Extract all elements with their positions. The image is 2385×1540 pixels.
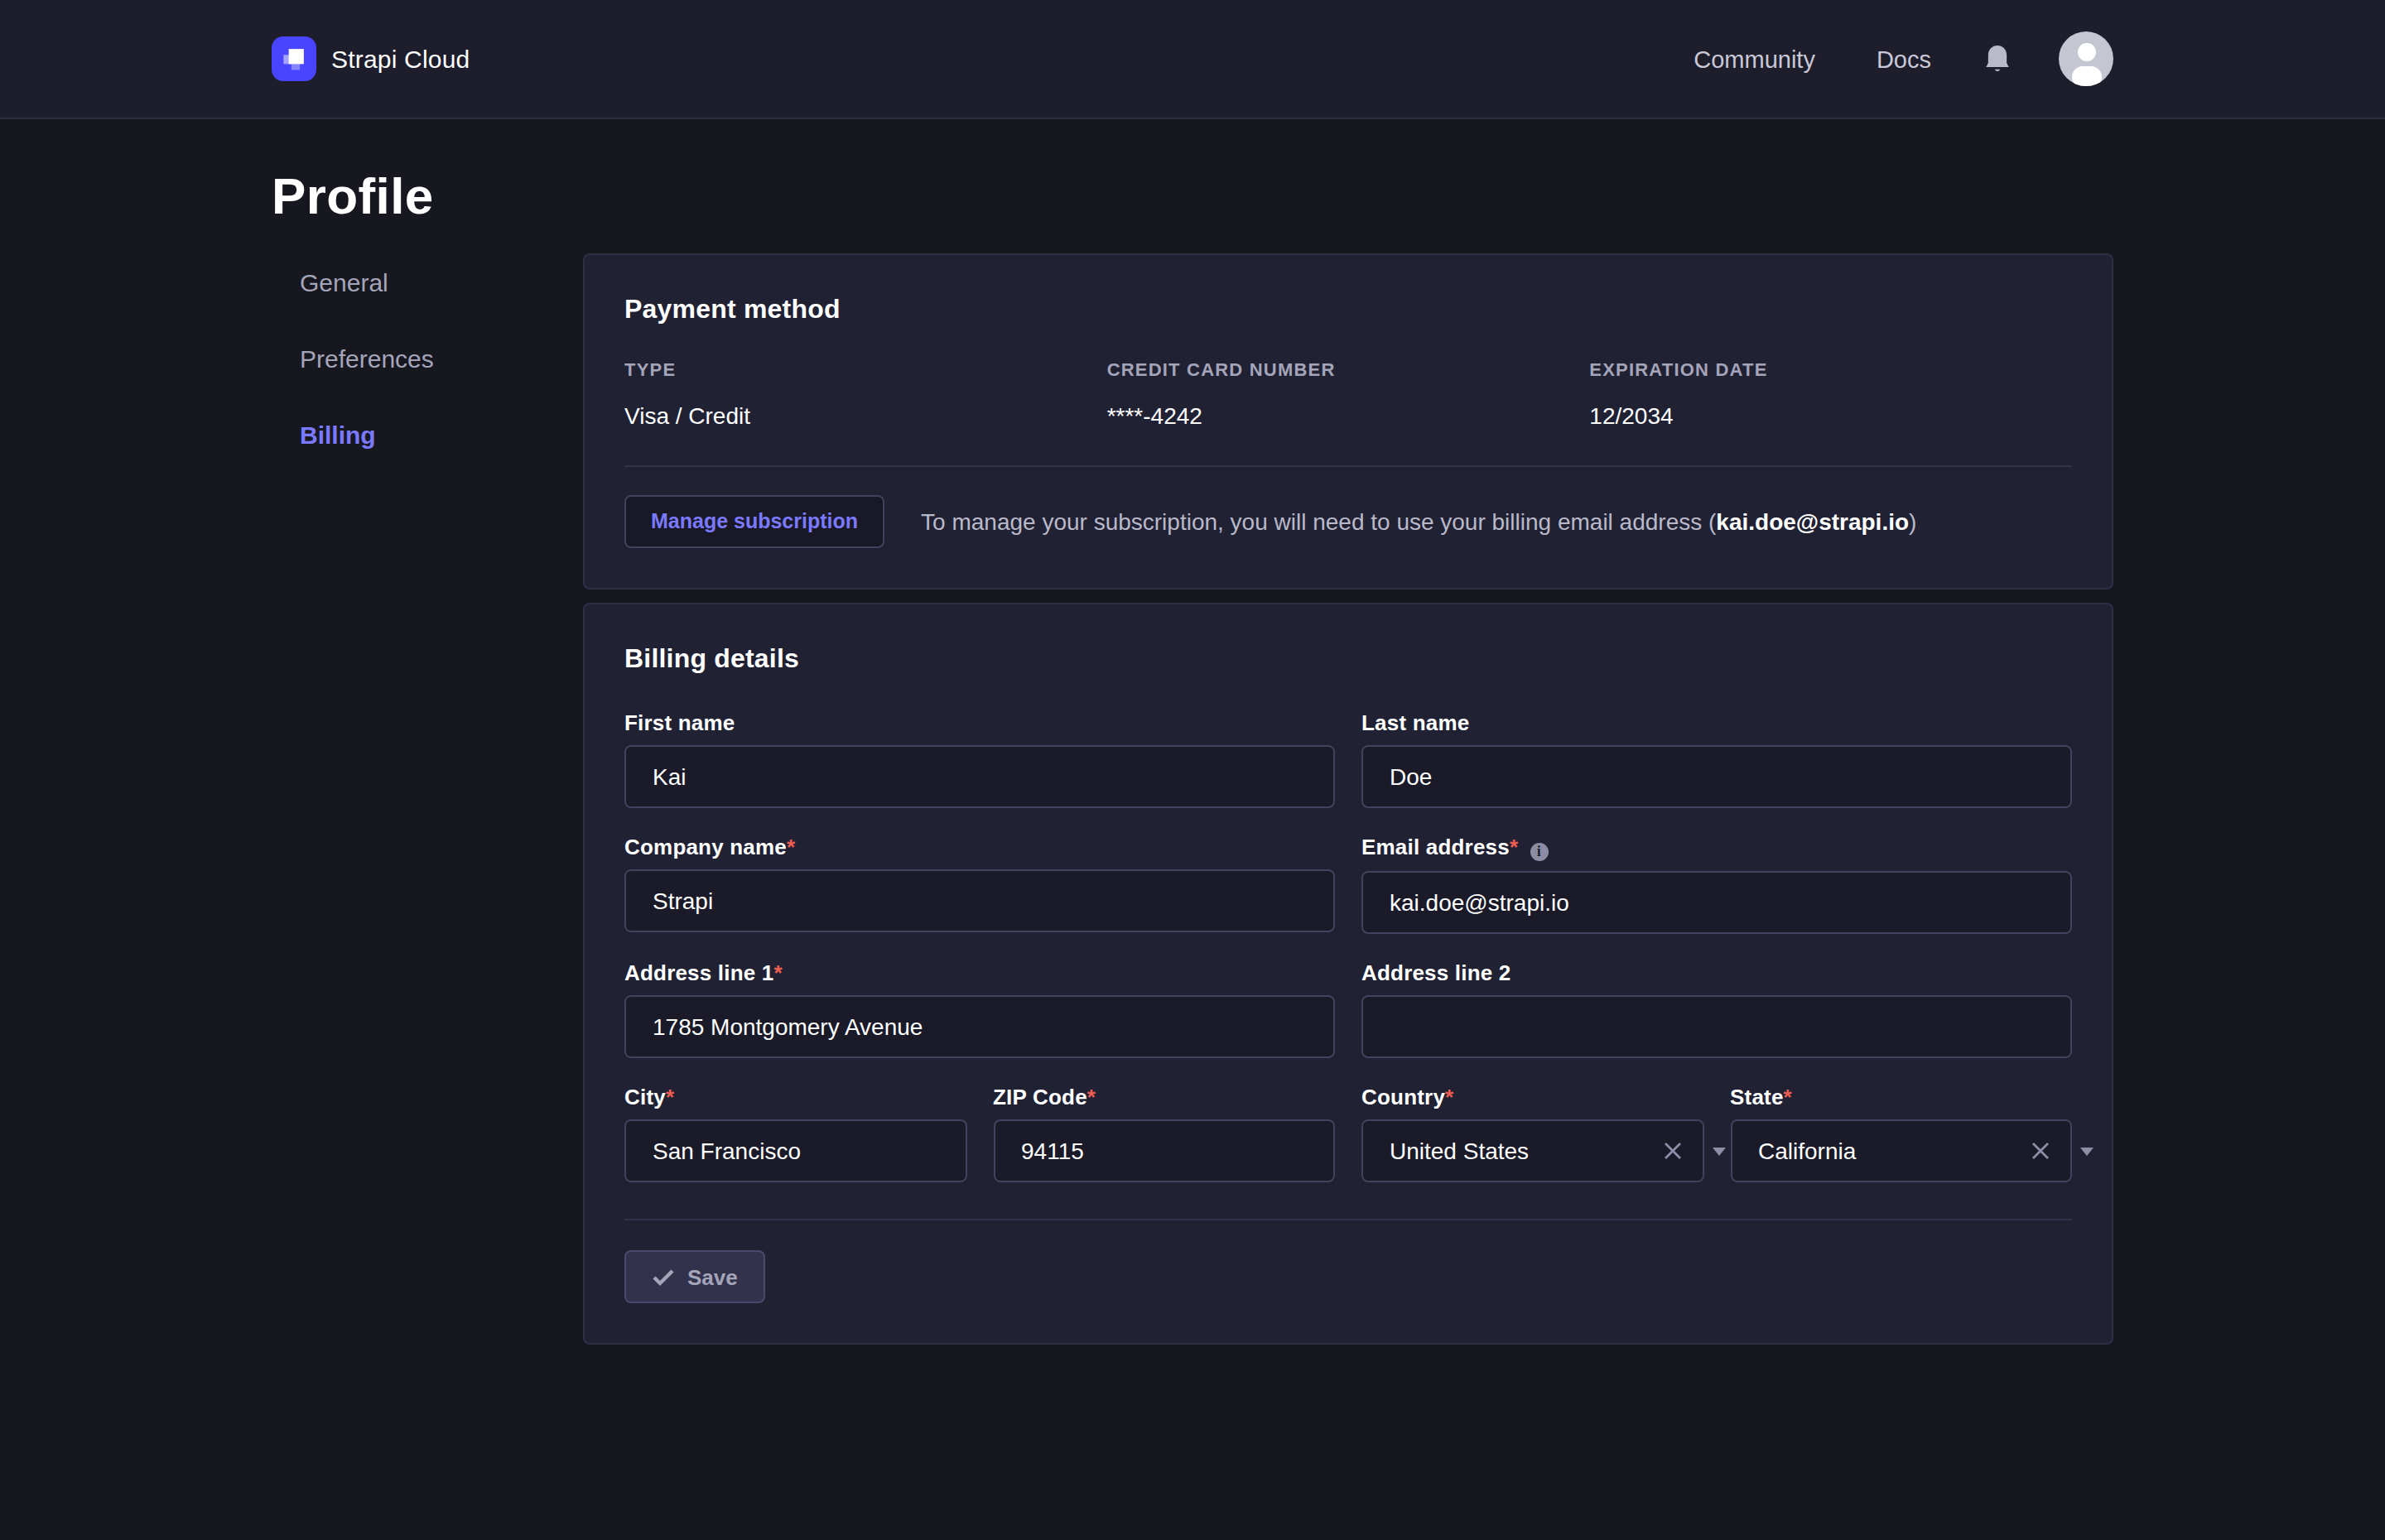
brand[interactable]: Strapi Cloud (272, 36, 470, 81)
address-line2-field: Address line 2 (1361, 960, 2072, 1058)
top-navbar: Strapi Cloud Community Docs (0, 0, 2385, 119)
last-name-label: Last name (1361, 710, 2072, 735)
last-name-input[interactable] (1361, 745, 2072, 808)
card-number-value: ****-4242 (1107, 402, 1590, 429)
state-field: State* California (1730, 1085, 2072, 1182)
country-value: United States (1390, 1138, 1529, 1164)
page-title: Profile (272, 119, 2113, 230)
strapi-logo-icon (272, 36, 316, 81)
sidebar-item-general[interactable]: General (272, 245, 583, 321)
brand-name: Strapi Cloud (331, 45, 470, 73)
company-name-input[interactable] (624, 869, 1335, 932)
state-caret-icon[interactable] (2080, 1148, 2094, 1156)
expiration-label: EXPIRATION DATE (1589, 359, 2072, 379)
company-name-field: Company name* (624, 835, 1335, 934)
first-name-input[interactable] (624, 745, 1335, 808)
save-divider (624, 1219, 2072, 1220)
email-address-field: Email address*i (1361, 835, 2072, 934)
sidebar-item-billing[interactable]: Billing (272, 397, 583, 474)
zip-code-input[interactable] (993, 1119, 1335, 1182)
payment-type-value: Visa / Credit (624, 402, 1107, 429)
billing-email: kai.doe@strapi.io (1716, 508, 1909, 535)
country-combobox[interactable]: United States (1361, 1119, 1703, 1182)
profile-sidebar: General Preferences Billing (272, 245, 583, 474)
payment-divider (624, 465, 2072, 467)
first-name-label: First name (624, 710, 1335, 735)
manage-subscription-button[interactable]: Manage subscription (624, 495, 884, 548)
zip-code-field: ZIP Code* (993, 1085, 1335, 1182)
expiration-value: 12/2034 (1589, 402, 2072, 429)
city-label: City* (624, 1085, 966, 1109)
payment-method-title: Payment method (624, 295, 2072, 325)
check-icon (653, 1268, 674, 1286)
country-caret-icon[interactable] (1712, 1148, 1725, 1156)
address-line2-label: Address line 2 (1361, 960, 2072, 985)
company-name-label: Company name* (624, 835, 1335, 859)
save-button[interactable]: Save (624, 1250, 766, 1303)
address-line1-field: Address line 1* (624, 960, 1335, 1058)
payment-method-card: Payment method TYPE Visa / Credit CREDIT… (583, 253, 2113, 590)
billing-details-card: Billing details First name Last name Com… (583, 603, 2113, 1345)
state-clear-icon[interactable] (2031, 1141, 2050, 1161)
city-input[interactable] (624, 1119, 966, 1182)
address-line1-input[interactable] (624, 995, 1335, 1058)
address-line1-label: Address line 1* (624, 960, 1335, 985)
email-address-label: Email address*i (1361, 835, 2072, 861)
city-field: City* (624, 1085, 966, 1182)
manage-subscription-note: To manage your subscription, you will ne… (921, 508, 1916, 535)
address-line2-input[interactable] (1361, 995, 2072, 1058)
payment-card-number-col: CREDIT CARD NUMBER ****-4242 (1107, 359, 1590, 429)
billing-details-title: Billing details (624, 644, 2072, 674)
sidebar-item-preferences[interactable]: Preferences (272, 321, 583, 397)
user-avatar[interactable] (2059, 31, 2113, 86)
nav-community-link[interactable]: Community (1694, 46, 1815, 72)
country-clear-icon[interactable] (1662, 1141, 1682, 1161)
email-address-input[interactable] (1361, 871, 2072, 934)
zip-code-label: ZIP Code* (993, 1085, 1335, 1109)
notifications-bell-icon[interactable] (1983, 42, 2012, 75)
state-value: California (1758, 1138, 1856, 1164)
country-label: Country* (1361, 1085, 1703, 1109)
last-name-field: Last name (1361, 710, 2072, 808)
first-name-field: First name (624, 710, 1335, 808)
card-number-label: CREDIT CARD NUMBER (1107, 359, 1590, 379)
nav-docs-link[interactable]: Docs (1877, 46, 1931, 72)
payment-expiration-col: EXPIRATION DATE 12/2034 (1589, 359, 2072, 429)
state-combobox[interactable]: California (1730, 1119, 2072, 1182)
payment-type-label: TYPE (624, 359, 1107, 379)
payment-type-col: TYPE Visa / Credit (624, 359, 1107, 429)
country-field: Country* United States (1361, 1085, 1703, 1182)
state-label: State* (1730, 1085, 2072, 1109)
email-info-icon: i (1530, 843, 1548, 861)
